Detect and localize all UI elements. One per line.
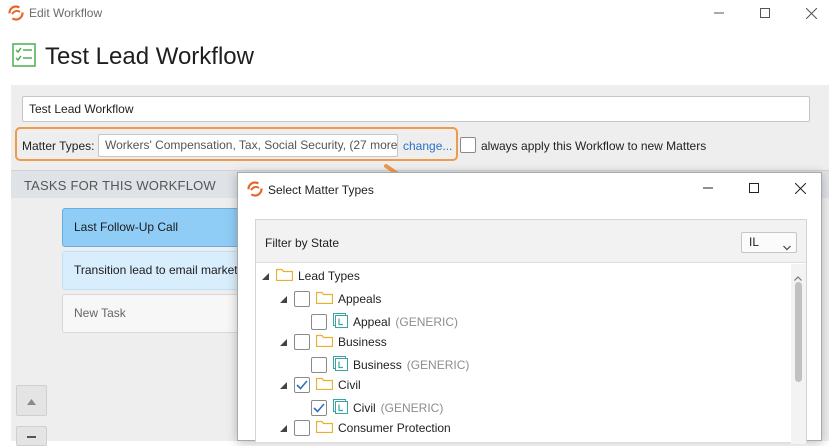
tree-node-label: Lead Types bbox=[298, 269, 360, 283]
tree-node-label: Civil bbox=[338, 378, 361, 392]
swirl-logo-icon bbox=[247, 181, 263, 202]
folder-icon bbox=[315, 420, 334, 436]
tree-scrollbar[interactable] bbox=[791, 264, 806, 444]
consumer-protection-checkbox[interactable] bbox=[294, 420, 310, 436]
tree-node-label: Business bbox=[338, 335, 387, 349]
generic-tag: (GENERIC) bbox=[380, 401, 444, 415]
minimize-icon[interactable] bbox=[696, 0, 742, 26]
always-apply-label: always apply this Workflow to new Matter… bbox=[481, 139, 707, 153]
swirl-logo-icon bbox=[8, 5, 24, 26]
tree-node-civil-generic[interactable]: Civil (GENERIC) bbox=[311, 398, 443, 418]
civil-generic-checkbox[interactable] bbox=[311, 400, 327, 416]
dialog-title: Select Matter Types bbox=[268, 183, 374, 197]
tree-node-label: Consumer Protection bbox=[338, 421, 451, 435]
tasks-header-label: TASKS FOR THIS WORKFLOW bbox=[24, 178, 216, 193]
scrollbar-thumb[interactable] bbox=[795, 282, 802, 382]
tree-node-appeal-generic[interactable]: Appeal (GENERIC) bbox=[311, 312, 458, 332]
folder-icon bbox=[315, 334, 334, 350]
checklist-icon bbox=[12, 43, 36, 72]
window-titlebar: Edit Workflow bbox=[0, 0, 829, 26]
matter-type-icon bbox=[333, 356, 348, 374]
expanded-triangle-icon[interactable] bbox=[278, 380, 288, 390]
tree-node-label: Appeal bbox=[353, 315, 391, 329]
matter-types-tree: Lead Types Appeals Appeal (GENERIC) Busi… bbox=[256, 264, 790, 444]
appeal-checkbox[interactable] bbox=[311, 314, 327, 330]
expanded-triangle-icon[interactable] bbox=[260, 271, 270, 281]
close-icon[interactable] bbox=[777, 173, 823, 203]
move-task-up-button[interactable] bbox=[16, 385, 47, 416]
always-apply-checkbox[interactable] bbox=[460, 137, 476, 153]
tree-node-consumer-protection[interactable]: Consumer Protection bbox=[278, 418, 451, 438]
matter-types-label: Matter Types: bbox=[22, 139, 95, 153]
maximize-icon[interactable] bbox=[731, 173, 777, 203]
workflow-name-input[interactable]: Test Lead Workflow bbox=[22, 96, 810, 122]
business-checkbox[interactable] bbox=[294, 334, 310, 350]
folder-icon bbox=[315, 291, 334, 307]
matter-type-icon bbox=[333, 313, 348, 331]
arrow-up-icon bbox=[27, 392, 36, 410]
expanded-triangle-icon[interactable] bbox=[278, 423, 288, 433]
tree-node-civil[interactable]: Civil bbox=[278, 375, 361, 395]
tree-node-business-generic[interactable]: Business (GENERIC) bbox=[311, 355, 469, 375]
filter-by-state-label: Filter by State bbox=[265, 236, 340, 250]
tree-node-label: Business bbox=[353, 358, 402, 372]
matter-type-icon bbox=[333, 399, 348, 417]
folder-icon bbox=[315, 377, 334, 393]
close-icon[interactable] bbox=[788, 0, 829, 26]
state-select[interactable]: IL bbox=[741, 232, 797, 253]
tree-node-business[interactable]: Business bbox=[278, 332, 387, 352]
task-item[interactable]: Transition lead to email marketing bbox=[62, 251, 252, 290]
folder-icon bbox=[275, 268, 294, 284]
minimize-icon[interactable] bbox=[685, 173, 731, 203]
tree-node-lead-types[interactable]: Lead Types bbox=[260, 266, 360, 286]
filter-bar: Filter by State IL bbox=[256, 220, 806, 263]
checkmark-icon bbox=[313, 403, 325, 413]
chevron-down-icon bbox=[783, 238, 791, 257]
page-title: Test Lead Workflow bbox=[45, 43, 254, 70]
tree-node-appeals[interactable]: Appeals bbox=[278, 289, 381, 309]
appeals-checkbox[interactable] bbox=[294, 291, 310, 307]
tree-node-label: Appeals bbox=[338, 292, 382, 306]
select-matter-types-dialog: Select Matter Types Filter by State IL L… bbox=[237, 172, 823, 444]
business-generic-checkbox[interactable] bbox=[311, 357, 327, 373]
task-item[interactable]: Last Follow-Up Call bbox=[62, 208, 252, 247]
change-matter-types-link[interactable]: change... bbox=[403, 139, 452, 153]
new-task-item[interactable]: New Task bbox=[62, 294, 252, 333]
generic-tag: (GENERIC) bbox=[395, 315, 459, 329]
state-select-value: IL bbox=[749, 235, 760, 249]
matter-types-panel: Filter by State IL Lead Types Appeals Ap… bbox=[255, 219, 807, 444]
expanded-triangle-icon[interactable] bbox=[278, 337, 288, 347]
dash-icon bbox=[27, 427, 36, 445]
checkmark-icon bbox=[296, 380, 308, 390]
civil-checkbox[interactable] bbox=[294, 377, 310, 393]
move-task-down-button[interactable] bbox=[16, 426, 47, 446]
tree-node-label: Civil bbox=[353, 401, 376, 415]
generic-tag: (GENERIC) bbox=[406, 358, 470, 372]
matter-types-field[interactable]: Workers' Compensation, Tax, Social Secur… bbox=[98, 134, 398, 157]
expanded-triangle-icon[interactable] bbox=[278, 294, 288, 304]
window-title: Edit Workflow bbox=[29, 6, 103, 20]
maximize-icon[interactable] bbox=[742, 0, 788, 26]
